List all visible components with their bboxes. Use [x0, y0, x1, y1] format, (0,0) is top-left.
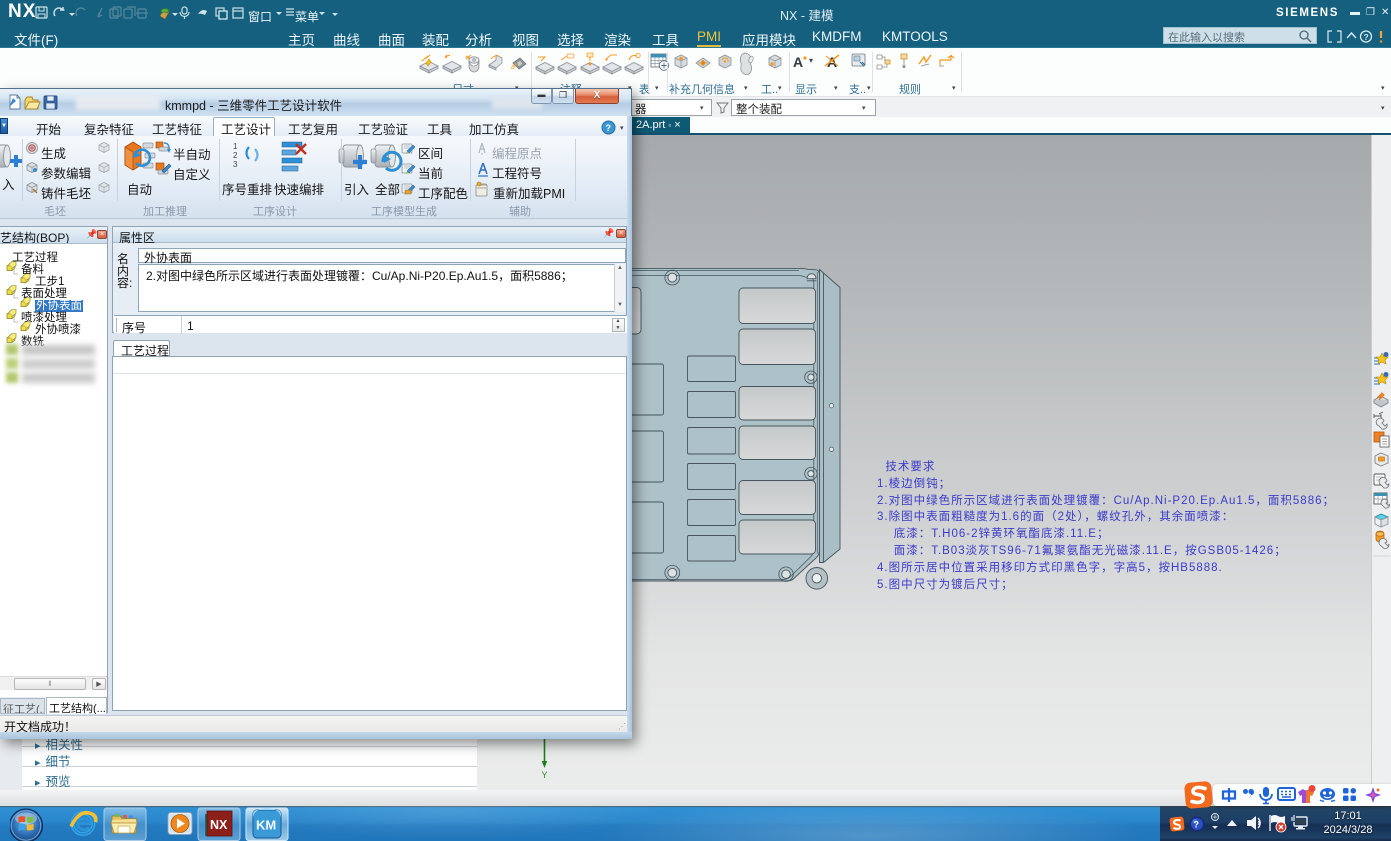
svg-text:1: 1 — [233, 142, 238, 151]
svg-text:▾: ▾ — [809, 56, 813, 65]
svg-text:?: ? — [1194, 820, 1200, 830]
svg-text:KM: KM — [256, 818, 276, 833]
svg-text:NX: NX — [210, 818, 228, 832]
svg-text:3: 3 — [233, 160, 238, 169]
svg-text:?: ? — [606, 123, 612, 133]
svg-text:A: A — [793, 54, 803, 70]
svg-text:A: A — [827, 54, 837, 70]
svg-text:?: ? — [1364, 32, 1369, 42]
svg-text:a: a — [511, 64, 515, 71]
svg-text:Y: Y — [542, 770, 548, 780]
svg-text:2: 2 — [233, 151, 238, 160]
